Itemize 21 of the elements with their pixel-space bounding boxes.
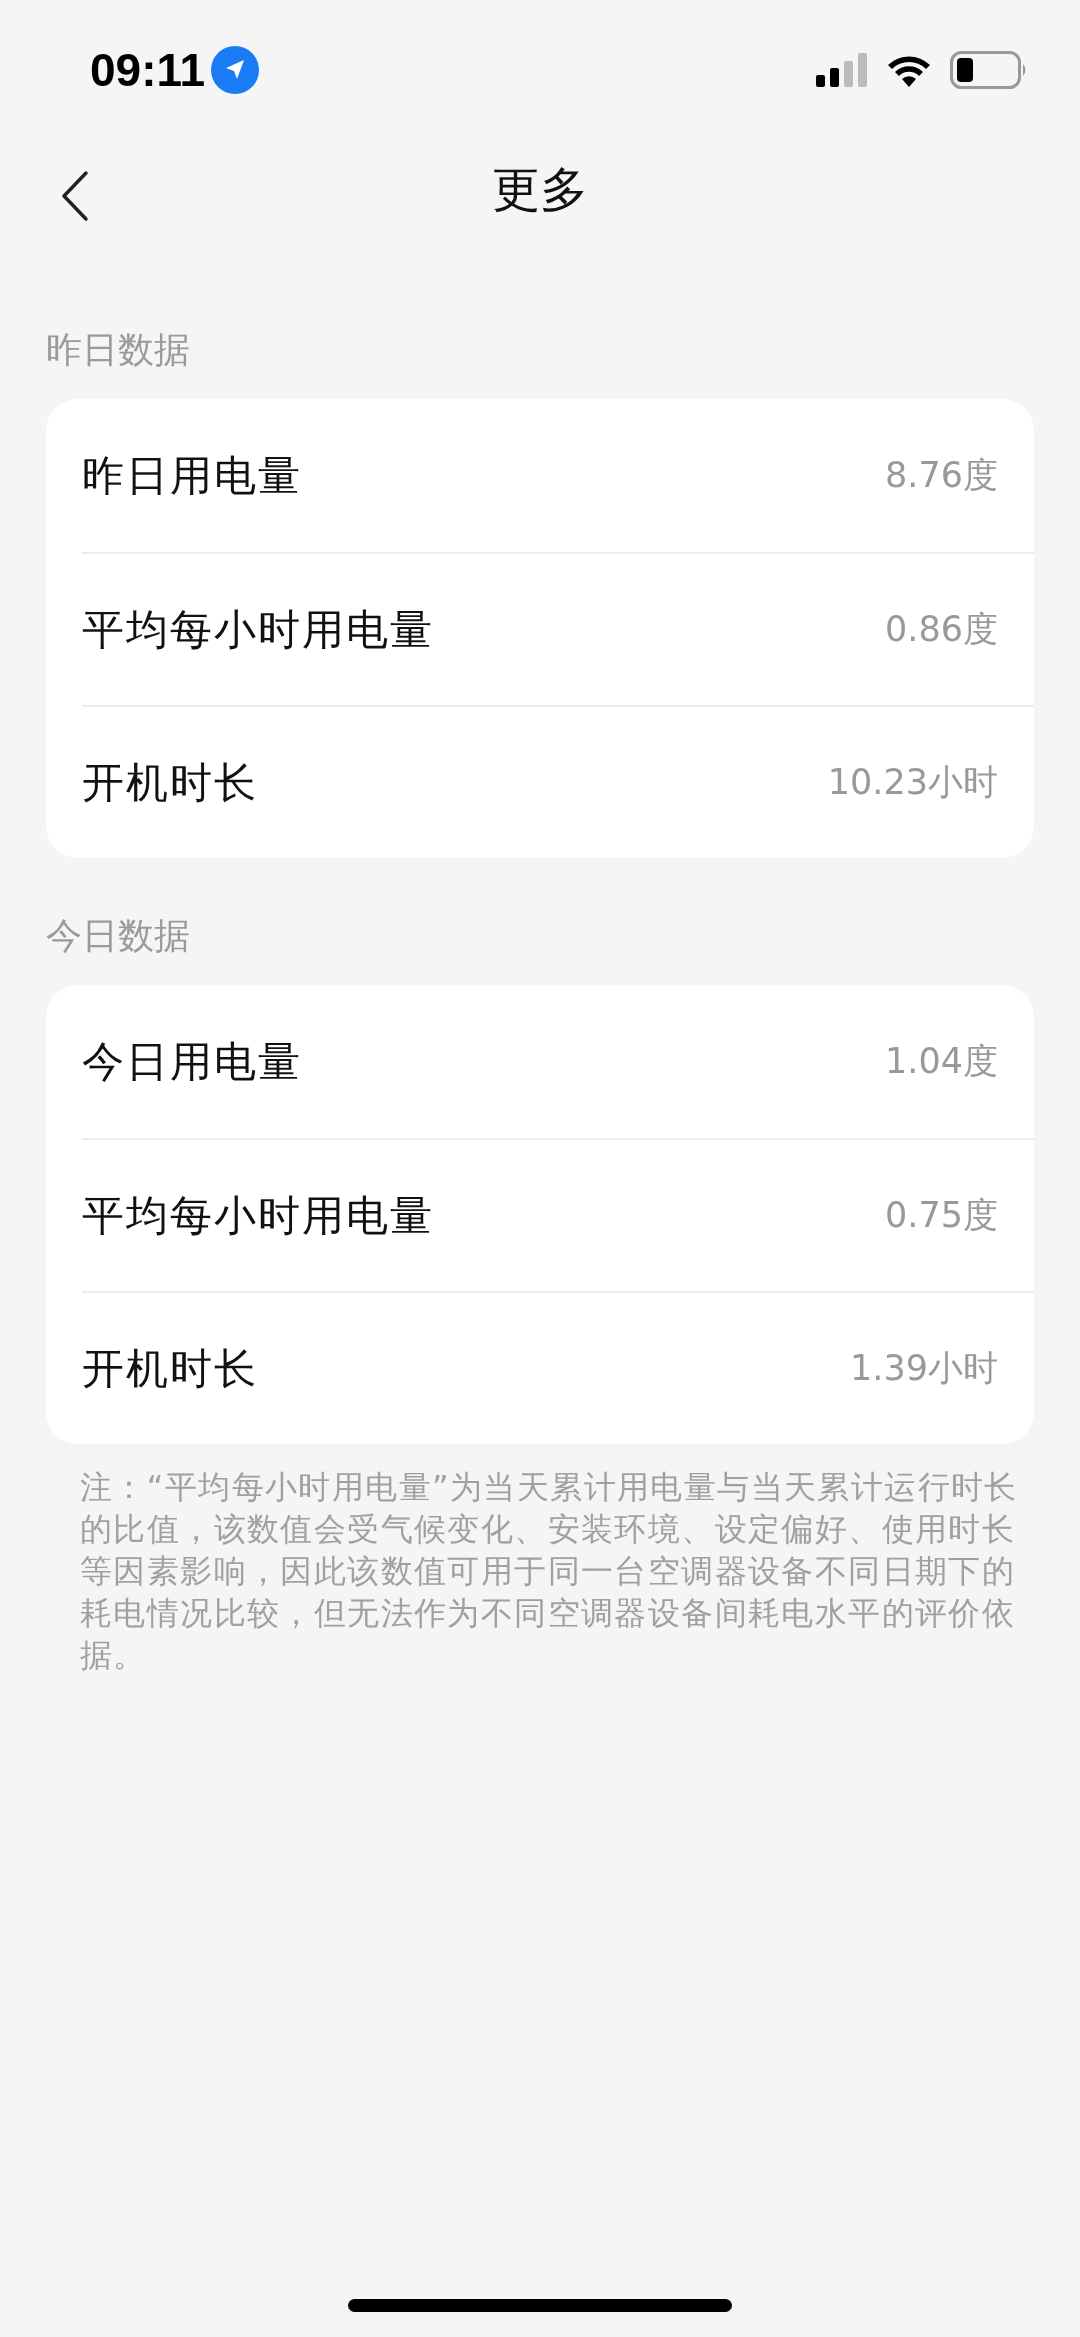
page-title: 更多 — [492, 160, 588, 219]
row-label: 平均每小时用电量 — [82, 603, 434, 656]
row-label: 平均每小时用电量 — [82, 1189, 434, 1242]
row-value: 0.75度 — [885, 1194, 998, 1237]
signal-icon — [816, 53, 868, 87]
status-time: 09:11 — [90, 43, 206, 97]
row-value: 1.04度 — [885, 1040, 998, 1083]
row-value: 8.76度 — [885, 454, 998, 497]
row-value: 10.23小时 — [827, 761, 998, 804]
location-icon — [211, 46, 260, 94]
footnote-text: 注：“平均每小时用电量”为当天累计用电量与当天累计运行时长的比值，该数值会受气候变化、安装环境、设定偏好、使用时长等因素影响，因此该数值可用于同一台空调器设备不同日期下的耗电情况比较，但无法作为不同空调器设备间耗电水平的评价依据。 — [80, 1467, 1019, 1676]
row-label: 今日用电量 — [82, 1035, 302, 1088]
row-value: 1.39小时 — [850, 1347, 998, 1390]
row-label: 开机时长 — [82, 756, 258, 809]
row-label: 开机时长 — [82, 1342, 258, 1395]
battery-icon — [950, 51, 1028, 89]
section-title: 今日数据 — [46, 914, 191, 958]
row-value: 0.86度 — [885, 608, 998, 651]
section-title: 昨日数据 — [46, 328, 191, 372]
row-label: 昨日用电量 — [82, 449, 302, 502]
wifi-icon — [886, 53, 932, 87]
